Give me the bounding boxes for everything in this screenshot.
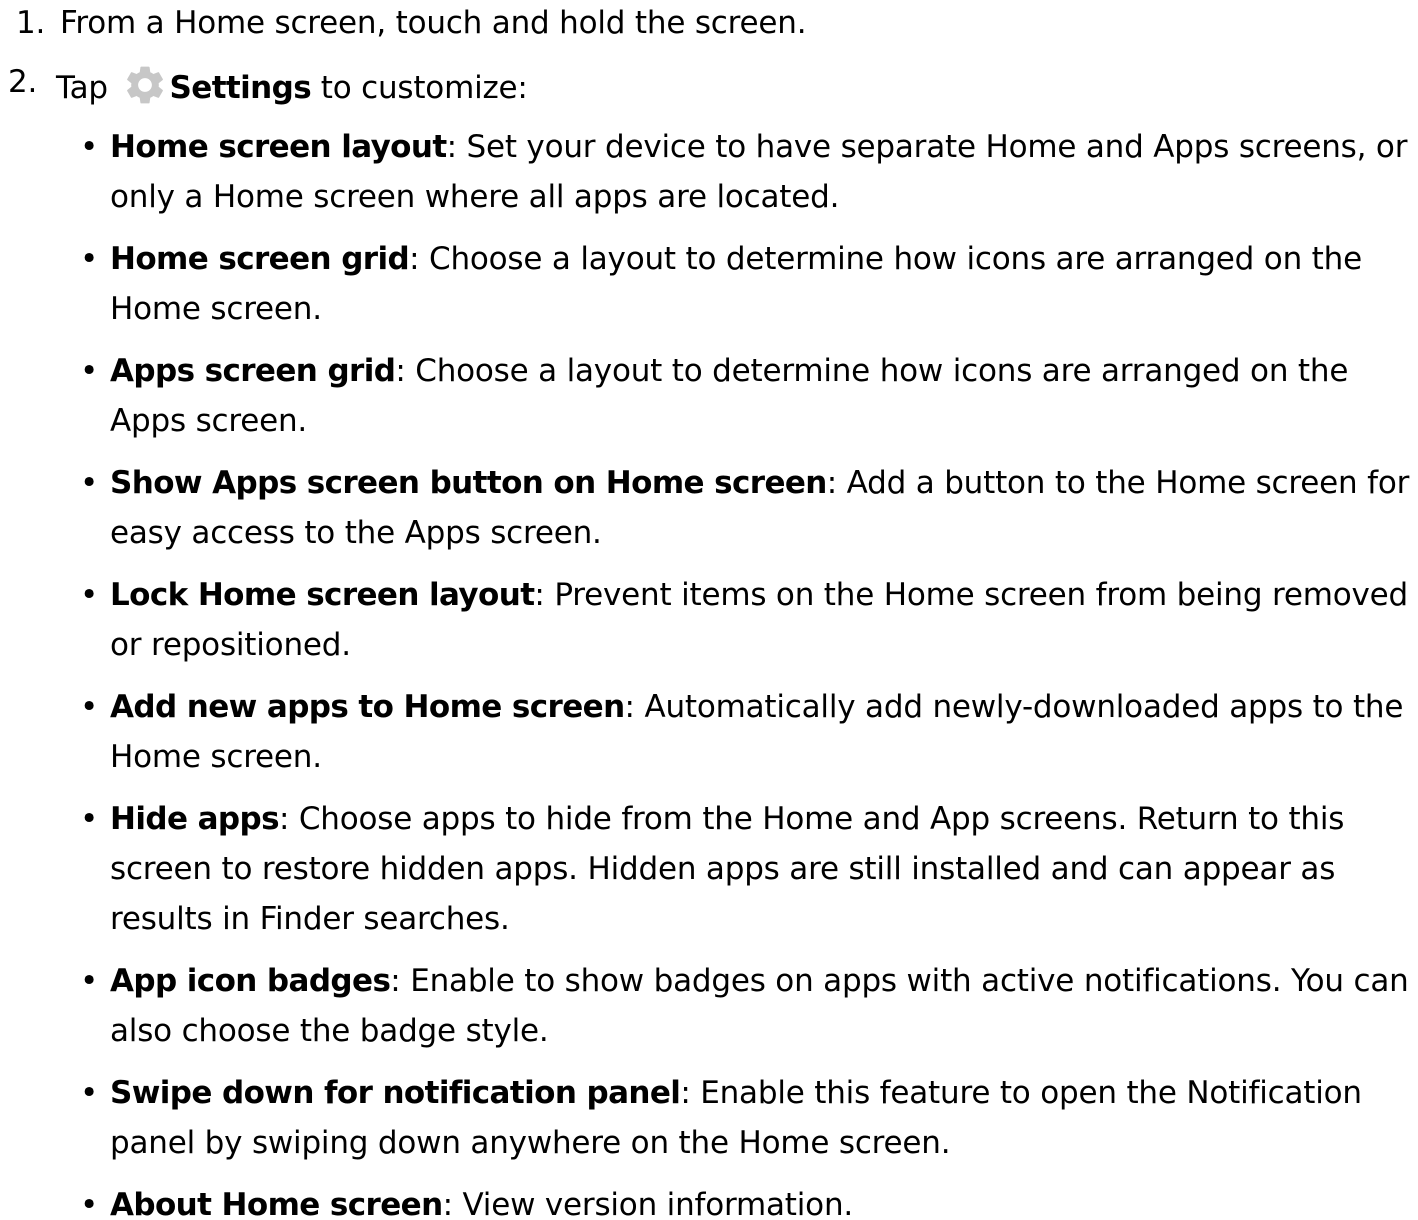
- list-item: • Lock Home screen layout: Prevent items …: [80, 570, 1410, 670]
- bullet-dot: •: [80, 1187, 99, 1220]
- option-term: Show Apps screen button on Home screen: [110, 465, 827, 501]
- list-item: • Hide apps: Choose apps to hide from the…: [80, 794, 1410, 944]
- option-term: Hide apps: [110, 801, 280, 837]
- bullet-dot: •: [80, 1075, 99, 1111]
- bullet-dot: •: [80, 801, 99, 837]
- list-item: • Apps screen grid: Choose a layout to de…: [80, 346, 1410, 446]
- step-text: From a Home screen, touch and hold the s…: [60, 5, 807, 41]
- option-term: Add new apps to Home screen: [110, 689, 625, 725]
- bullet-dot: •: [80, 241, 99, 277]
- step-1: 1. From a Home screen, touch and hold th…: [16, 3, 807, 43]
- step-number: 2.: [8, 64, 38, 100]
- list-item: • Swipe down for notification panel: Enab…: [80, 1068, 1410, 1168]
- step-number: 1.: [16, 5, 46, 41]
- list-item: • Home screen grid: Choose a layout to de…: [80, 234, 1410, 334]
- list-item: • About Home screen: View version informa…: [80, 1180, 1410, 1220]
- option-desc: : View version information.: [442, 1187, 854, 1220]
- settings-label: Settings: [169, 70, 312, 106]
- option-term: Swipe down for notification panel: [110, 1075, 681, 1111]
- option-term: Apps screen grid: [110, 353, 396, 389]
- list-item: • Show Apps screen button on Home screen:…: [80, 458, 1410, 558]
- step-text-post: to customize:: [320, 70, 528, 106]
- option-term: Home screen grid: [110, 241, 410, 277]
- step-text-pre: Tap: [56, 70, 108, 106]
- bullet-dot: •: [80, 689, 99, 725]
- option-term: App icon badges: [110, 963, 391, 999]
- option-term: Lock Home screen layout: [110, 577, 535, 613]
- bullet-dot: •: [80, 129, 99, 165]
- bullet-dot: •: [80, 963, 99, 999]
- option-term: About Home screen: [110, 1187, 443, 1220]
- gear-icon: [126, 66, 163, 104]
- option-term: Home screen layout: [110, 129, 447, 165]
- list-item: • Home screen layout: Set your device to …: [80, 122, 1410, 222]
- step-2: 2. Tap Settings to customize:: [8, 62, 528, 106]
- list-item: • Add new apps to Home screen: Automatica…: [80, 682, 1410, 782]
- option-desc: : Choose apps to hide from the Home and …: [110, 801, 1345, 937]
- bullet-dot: •: [80, 577, 99, 613]
- bullet-dot: •: [80, 465, 99, 501]
- step-text: Tap Settings to customize:: [56, 62, 528, 108]
- bullet-dot: •: [80, 353, 99, 389]
- list-item: • App icon badges: Enable to show badges …: [80, 956, 1410, 1056]
